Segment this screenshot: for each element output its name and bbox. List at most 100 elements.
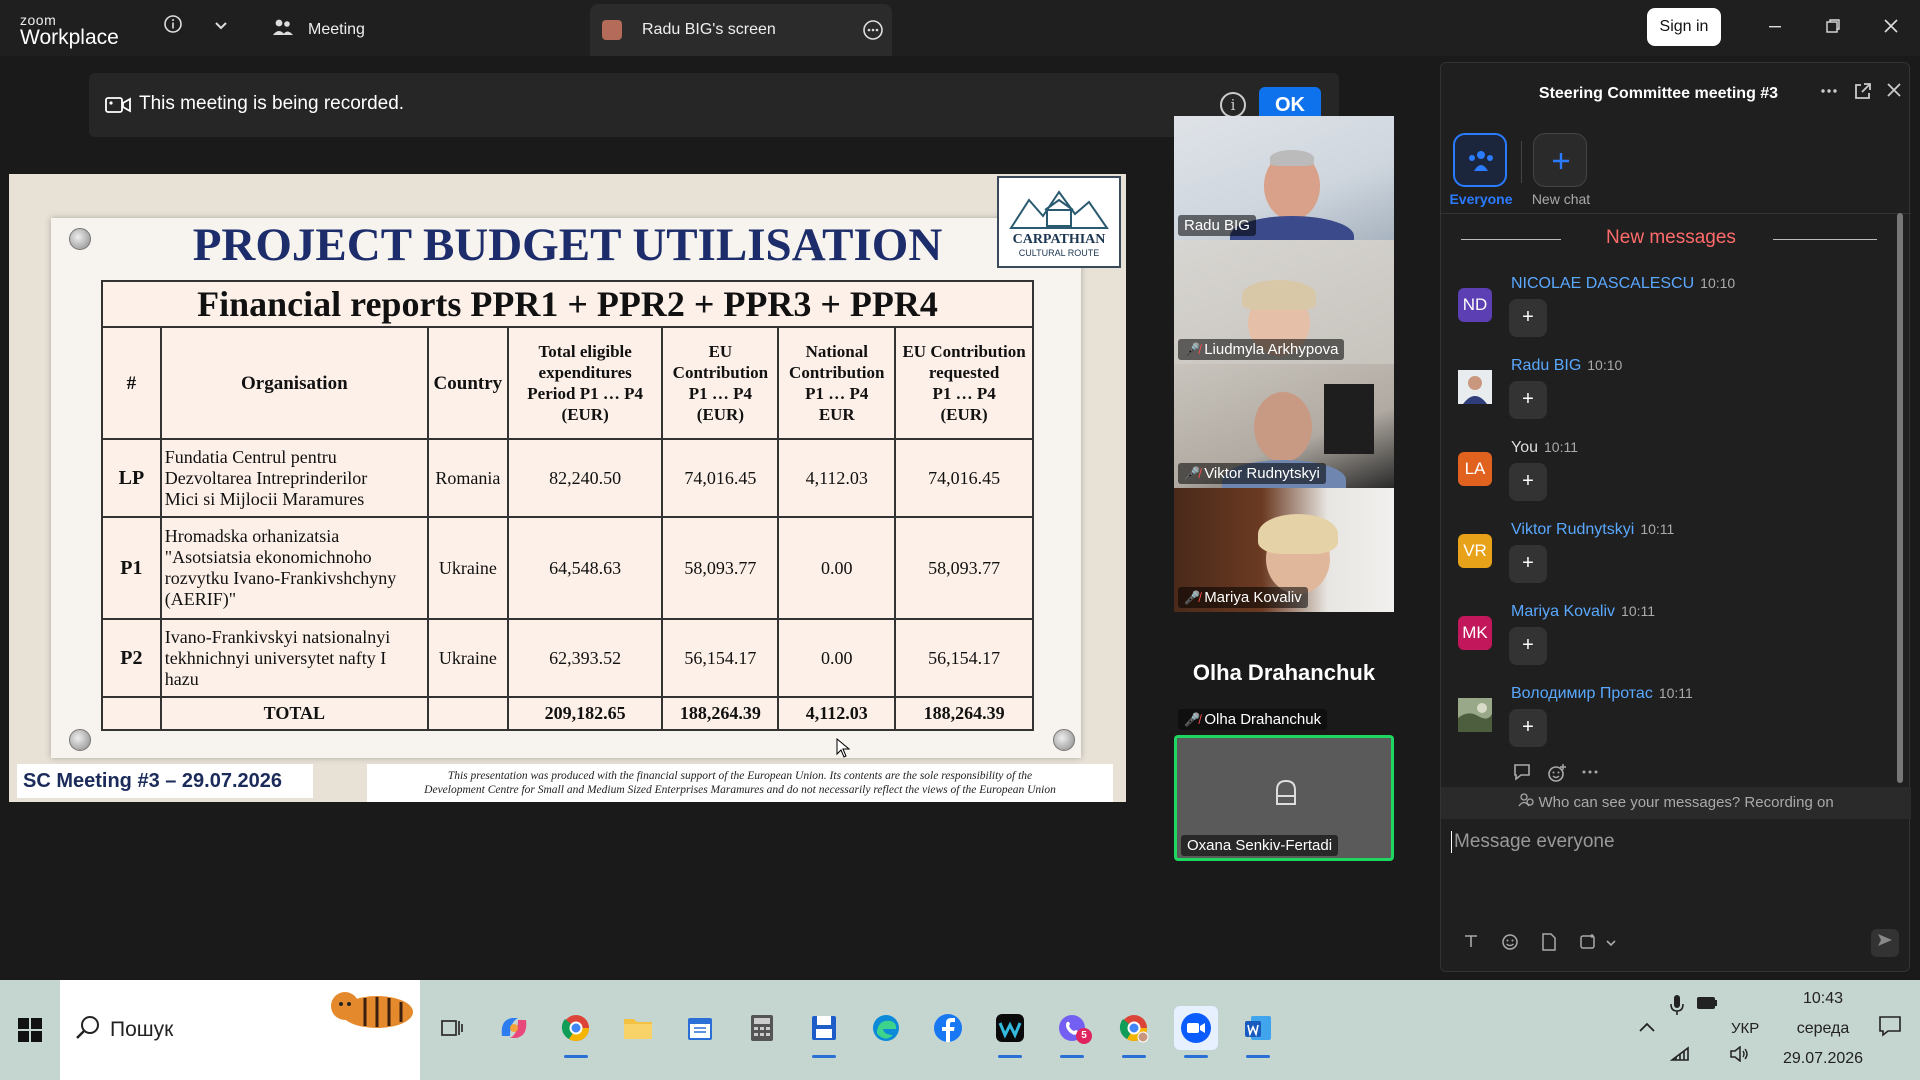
chevron-up-icon[interactable] (1638, 1020, 1656, 1038)
edge-app-icon[interactable] (864, 1006, 908, 1050)
windows-start-icon[interactable] (18, 1018, 42, 1042)
message-time: 10:11 (1658, 685, 1693, 701)
send-button[interactable] (1871, 929, 1899, 957)
clock-day[interactable]: середа (1778, 1020, 1868, 1038)
sender-name[interactable]: Mariya Kovaliv (1511, 603, 1615, 620)
participant-name: Radu BIG (1184, 217, 1250, 234)
brand-workplace: Workplace (20, 26, 119, 49)
word-app-icon[interactable] (1236, 1006, 1280, 1058)
microphone-icon[interactable] (1670, 994, 1684, 1021)
scrollbar-thumb[interactable] (1897, 213, 1903, 783)
participant-name-label: 🎤̸ Olha Drahanchuk (1178, 709, 1328, 730)
notifications-icon[interactable] (1878, 1014, 1902, 1043)
video-tile-oxana-active-speaker[interactable]: Oxana Senkiv-Fertadi (1174, 735, 1394, 861)
minimize-icon[interactable] (1760, 14, 1790, 42)
tab-meeting[interactable]: Meeting (272, 4, 582, 56)
avatar: ND (1458, 288, 1492, 322)
taskbar-search-box[interactable]: Пошук (60, 980, 420, 1080)
avatar: LA (1458, 452, 1492, 486)
table-row: P2 Ivano-Frankivskyi natsionalnyi tekhni… (101, 618, 1034, 698)
running-indicator (1246, 1055, 1270, 1058)
video-tile-liudmyla[interactable]: 🎤̸ Liudmyla Arkhypova (1174, 240, 1394, 364)
add-reaction-button[interactable]: + (1509, 299, 1547, 337)
col-header-eu: EU Contribution P1 … P4 (EUR) (661, 326, 780, 440)
row-eu: 58,093.77 (661, 516, 780, 620)
more-options-icon[interactable] (862, 19, 884, 46)
chrome-profile-app-icon[interactable] (1112, 1006, 1156, 1058)
video-tile-mariya[interactable]: 🎤̸ Mariya Kovaliv (1174, 488, 1394, 612)
zoom-app-icon[interactable] (1174, 1006, 1218, 1058)
chat-title: Steering Committee meeting #3 (1538, 85, 1779, 102)
add-reaction-button[interactable]: + (1509, 463, 1547, 501)
file-explorer-icon[interactable] (616, 1006, 660, 1050)
facebook-app-icon[interactable] (926, 1006, 970, 1050)
chevron-down-icon[interactable] (1605, 933, 1617, 956)
calendar-app-icon[interactable] (678, 1006, 722, 1050)
tab-new-chat[interactable] (1533, 133, 1587, 187)
logo-line-2: CULTURAL ROUTE (1018, 248, 1100, 258)
clock-date[interactable]: 29.07.2026 (1770, 1050, 1876, 1068)
message-sender: Mariya Kovaliv 10:11 (1511, 603, 1655, 621)
sender-name[interactable]: NICOLAE DASCALESCU (1511, 275, 1694, 292)
tab-everyone[interactable] (1453, 133, 1507, 187)
wifi-icon[interactable] (1669, 1046, 1690, 1067)
battery-icon[interactable] (1696, 996, 1718, 1015)
restore-icon[interactable] (1818, 14, 1848, 42)
file-icon[interactable] (1541, 933, 1557, 956)
chat-scrollbar[interactable] (1897, 213, 1903, 788)
viber-app-icon[interactable]: 5 (1050, 1006, 1094, 1058)
add-reaction-button[interactable]: + (1509, 381, 1547, 419)
sender-name: You (1511, 439, 1538, 456)
row-requested: 58,093.77 (894, 516, 1034, 620)
add-reaction-button[interactable]: + (1509, 545, 1547, 583)
video-tile-viktor[interactable]: 🎤̸ Viktor Rudnytskyi (1174, 364, 1394, 488)
add-reaction-button[interactable]: + (1509, 709, 1547, 747)
running-indicator (564, 1055, 588, 1058)
pop-out-icon[interactable] (1853, 81, 1873, 106)
language-indicator[interactable]: УКР (1731, 1020, 1759, 1037)
org-line: rozvytku Ivano-Frankivshchyny (164, 568, 397, 588)
header-line: EUR (818, 405, 855, 424)
save-app-icon[interactable] (802, 1006, 846, 1058)
info-icon[interactable]: i (1220, 92, 1246, 118)
clock-time[interactable]: 10:43 (1778, 990, 1868, 1008)
message-input[interactable]: Message everyone (1451, 831, 1891, 931)
speaker-icon[interactable] (1730, 1045, 1750, 1067)
webex-app-icon[interactable] (988, 1006, 1032, 1058)
table-total-row: TOTAL 209,182.65 188,264.39 4,112.03 188… (101, 696, 1034, 731)
header-line: requested (928, 363, 1000, 382)
participant-hair (1242, 280, 1316, 310)
copilot-app-icon[interactable] (492, 1006, 536, 1050)
close-icon[interactable] (1876, 14, 1906, 42)
add-emoji-icon[interactable] (1547, 763, 1567, 788)
tab-shared-screen[interactable]: Radu BIG's screen (590, 4, 892, 56)
format-text-icon[interactable] (1463, 933, 1479, 956)
chevron-down-icon[interactable] (208, 14, 234, 40)
add-reaction-button[interactable]: + (1509, 627, 1547, 665)
sender-name[interactable]: Володимир Протас (1511, 685, 1653, 702)
people-icon (1467, 149, 1495, 178)
emoji-icon[interactable] (1501, 933, 1519, 956)
who-can-see-link[interactable]: Who can see your messages? Recording on (1441, 787, 1911, 819)
row-national: 0.00 (777, 618, 897, 698)
participant-name-label: 🎤̸ Viktor Rudnytskyi (1178, 463, 1326, 484)
more-icon[interactable] (1581, 763, 1599, 788)
video-tile-radu[interactable]: Radu BIG (1174, 116, 1394, 240)
header-line: expenditures (538, 363, 632, 382)
more-icon[interactable] (1819, 81, 1839, 106)
reply-icon[interactable] (1513, 763, 1533, 788)
col-header-num: # (101, 326, 162, 440)
participant-face (1254, 392, 1312, 462)
chrome-app-icon[interactable] (554, 1006, 598, 1058)
sender-name[interactable]: Viktor Rudnytskyi (1511, 521, 1634, 538)
task-view-icon[interactable] (430, 1006, 474, 1050)
sign-in-button[interactable]: Sign in (1647, 8, 1721, 46)
calculator-app-icon[interactable] (740, 1006, 784, 1050)
org-line: Ivano-Frankivskyi natsionalnyi (164, 626, 391, 647)
sender-name[interactable]: Radu BIG (1511, 357, 1581, 374)
search-icon (74, 1014, 102, 1042)
close-icon[interactable] (1885, 81, 1903, 104)
row-total: 64,548.63 (506, 516, 664, 620)
screenshot-icon[interactable] (1579, 933, 1597, 956)
meeting-info-icon[interactable] (160, 14, 186, 40)
